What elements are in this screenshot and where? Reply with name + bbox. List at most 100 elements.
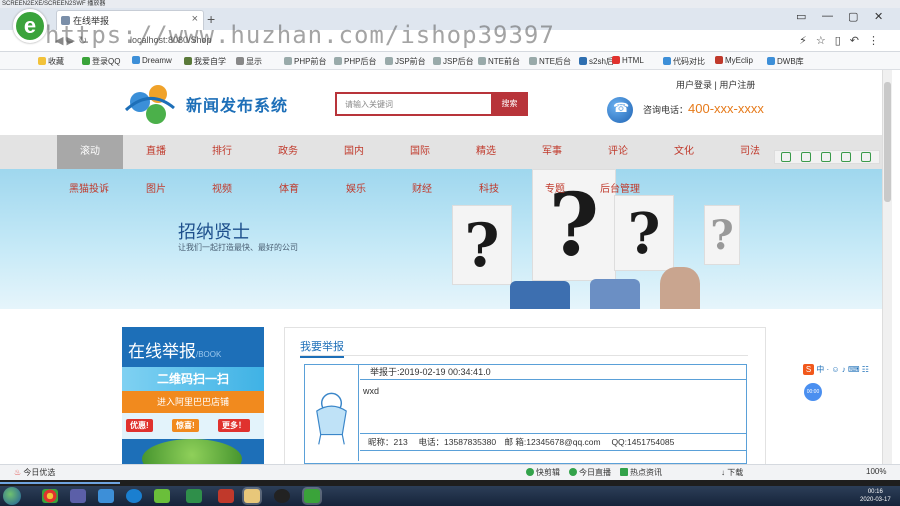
person-image xyxy=(590,279,640,309)
avatar xyxy=(316,365,359,461)
app-icon[interactable] xyxy=(154,489,170,503)
subnav-item[interactable]: 娱乐 xyxy=(346,180,366,195)
bookmark-item[interactable]: NTE前台 xyxy=(478,56,520,67)
side-tool-icon[interactable] xyxy=(841,152,851,162)
bookmark-icon xyxy=(236,57,244,65)
subnav-item[interactable]: 图片 xyxy=(146,180,166,195)
bookmark-item[interactable]: JSP后台 xyxy=(433,56,474,67)
report-box-title-en: /BOOK xyxy=(196,350,222,359)
consult-phone: 咨询电话：400-xxx-xxxx xyxy=(643,101,764,116)
folder-icon[interactable] xyxy=(244,489,260,503)
subnav-item[interactable]: 专题 xyxy=(545,180,565,195)
minimize-button[interactable]: — xyxy=(822,10,833,22)
bookmark-item[interactable]: 收藏 xyxy=(38,56,64,67)
side-tool-icon[interactable] xyxy=(821,152,831,162)
consult-label: 咨询电话： xyxy=(643,105,689,115)
browser-logo-icon[interactable]: e xyxy=(13,9,47,43)
bookmark-item[interactable]: PHP前台 xyxy=(284,56,326,67)
player-title-bar: SCREEN2EXE/SCREEN2SWF 播放器 xyxy=(0,0,900,8)
nav-item[interactable]: 军事 xyxy=(519,135,585,169)
float-bubble[interactable]: 00:00 xyxy=(804,383,822,401)
badge: 惊喜! xyxy=(172,419,199,432)
subnav-item[interactable]: 体育 xyxy=(279,180,299,195)
nav-item[interactable]: 滚动 xyxy=(57,135,123,169)
app-icon[interactable] xyxy=(98,489,114,503)
maximize-button[interactable]: ▢ xyxy=(848,10,858,23)
bookmark-icon xyxy=(82,57,90,65)
bookmark-icon xyxy=(579,57,587,65)
banner-title: 招纳贤士 xyxy=(178,222,250,242)
address-tools[interactable]: ⚡☆▯↶⋮ xyxy=(799,34,888,47)
nav-item[interactable]: 排行 xyxy=(189,135,255,169)
bookmark-item[interactable]: NTE后台 xyxy=(529,56,571,67)
person-image xyxy=(660,267,700,309)
qq-icon[interactable] xyxy=(274,489,290,503)
bookmark-icon xyxy=(132,56,140,64)
site-name: 新闻发布系统 xyxy=(186,98,289,115)
app-icon[interactable] xyxy=(186,489,202,503)
bookmark-item[interactable]: MyEclip xyxy=(715,56,753,65)
bookmark-item[interactable]: 我爱自学 xyxy=(184,56,226,67)
nav-item[interactable]: 直播 xyxy=(123,135,189,169)
bookmark-item[interactable]: DWB库 xyxy=(767,56,804,67)
sogou-icon: S xyxy=(803,364,814,375)
side-tool-icon[interactable] xyxy=(781,152,791,162)
progress-fill xyxy=(0,482,120,484)
bookmark-item[interactable]: s2sh后 xyxy=(579,56,614,67)
bookmark-item[interactable]: HTML xyxy=(612,56,644,65)
question-card-image: ? xyxy=(614,195,674,271)
bookmark-item[interactable]: 登录QQ xyxy=(82,56,120,67)
side-tool-icon[interactable] xyxy=(801,152,811,162)
bookmark-item[interactable]: PHP后台 xyxy=(334,56,376,67)
nav-item[interactable]: 国内 xyxy=(321,135,387,169)
status-item[interactable]: 热点资讯 xyxy=(620,467,662,478)
bookmark-item[interactable]: JSP前台 xyxy=(385,56,426,67)
ie-icon[interactable] xyxy=(126,489,142,503)
download-item[interactable]: ↓ 下载 xyxy=(721,467,743,478)
app-icon[interactable] xyxy=(70,489,86,503)
bookmark-item[interactable]: 显示 xyxy=(236,56,262,67)
zoom-level[interactable]: 100% xyxy=(866,467,886,476)
bookmark-icon xyxy=(38,57,46,65)
status-item[interactable]: 快剪辑 xyxy=(526,467,560,478)
start-button[interactable] xyxy=(3,487,21,505)
message-header: 举报于:2019-02-19 00:34:41.0 xyxy=(360,365,746,380)
question-card-image: ? xyxy=(704,205,740,265)
shop-stripe: 进入阿里巴巴店铺 xyxy=(122,391,264,413)
question-card-image: ? xyxy=(452,205,512,285)
subnav-item[interactable]: 后台管理 xyxy=(600,180,640,195)
search-button[interactable]: 搜索 xyxy=(491,92,528,116)
nav-item[interactable]: 国际 xyxy=(387,135,453,169)
subnav-item[interactable]: 科技 xyxy=(479,180,499,195)
status-item[interactable]: 今日直播 xyxy=(569,467,611,478)
nav-item[interactable]: 文化 xyxy=(651,135,717,169)
menu-icon[interactable]: ▭ xyxy=(796,10,806,23)
phone-icon: ☎ xyxy=(607,97,633,123)
subnav-item[interactable]: 黑猫投诉 xyxy=(69,180,109,195)
subnav-item[interactable]: 财经 xyxy=(412,180,432,195)
bookmark-item[interactable]: 代码对比 xyxy=(663,56,705,67)
page-scrollbar[interactable] xyxy=(882,70,892,464)
player-title: SCREEN2EXE/SCREEN2SWF 播放器 xyxy=(2,1,106,7)
nav-item[interactable]: 政务 xyxy=(255,135,321,169)
bookmark-item[interactable]: Dreamw xyxy=(132,56,172,65)
side-toolbar[interactable] xyxy=(774,150,880,164)
status-left[interactable]: ♨ 今日优选 xyxy=(14,467,55,478)
phone-number: 400-xxx-xxxx xyxy=(688,101,764,116)
online-report-box[interactable]: 在线举报/BOOK 二维码扫一扫 进入阿里巴巴店铺 优惠! 惊喜! 更多！ xyxy=(122,327,264,467)
ime-toolbar[interactable]: S 中 · ☺ ♪ ⌨ ☷ xyxy=(803,364,889,377)
chrome-icon[interactable] xyxy=(42,489,58,503)
nav-item[interactable]: 评论 xyxy=(585,135,651,169)
subnav-item[interactable]: 视频 xyxy=(212,180,232,195)
report-box-title: 在线举报/BOOK xyxy=(128,342,222,361)
settings-icon[interactable] xyxy=(861,152,871,162)
nav-item[interactable]: 精选 xyxy=(453,135,519,169)
search-input[interactable]: 请输入关键词 xyxy=(335,92,491,116)
flash-icon[interactable] xyxy=(218,489,234,503)
badge: 更多！ xyxy=(218,419,250,432)
close-window-button[interactable]: ✕ xyxy=(874,10,883,23)
user-links[interactable]: 用户登录 | 用户注册 xyxy=(676,78,755,91)
scrollbar-thumb[interactable] xyxy=(884,82,891,202)
bookmark-icon xyxy=(612,56,620,64)
browser-task-icon[interactable] xyxy=(304,489,320,503)
